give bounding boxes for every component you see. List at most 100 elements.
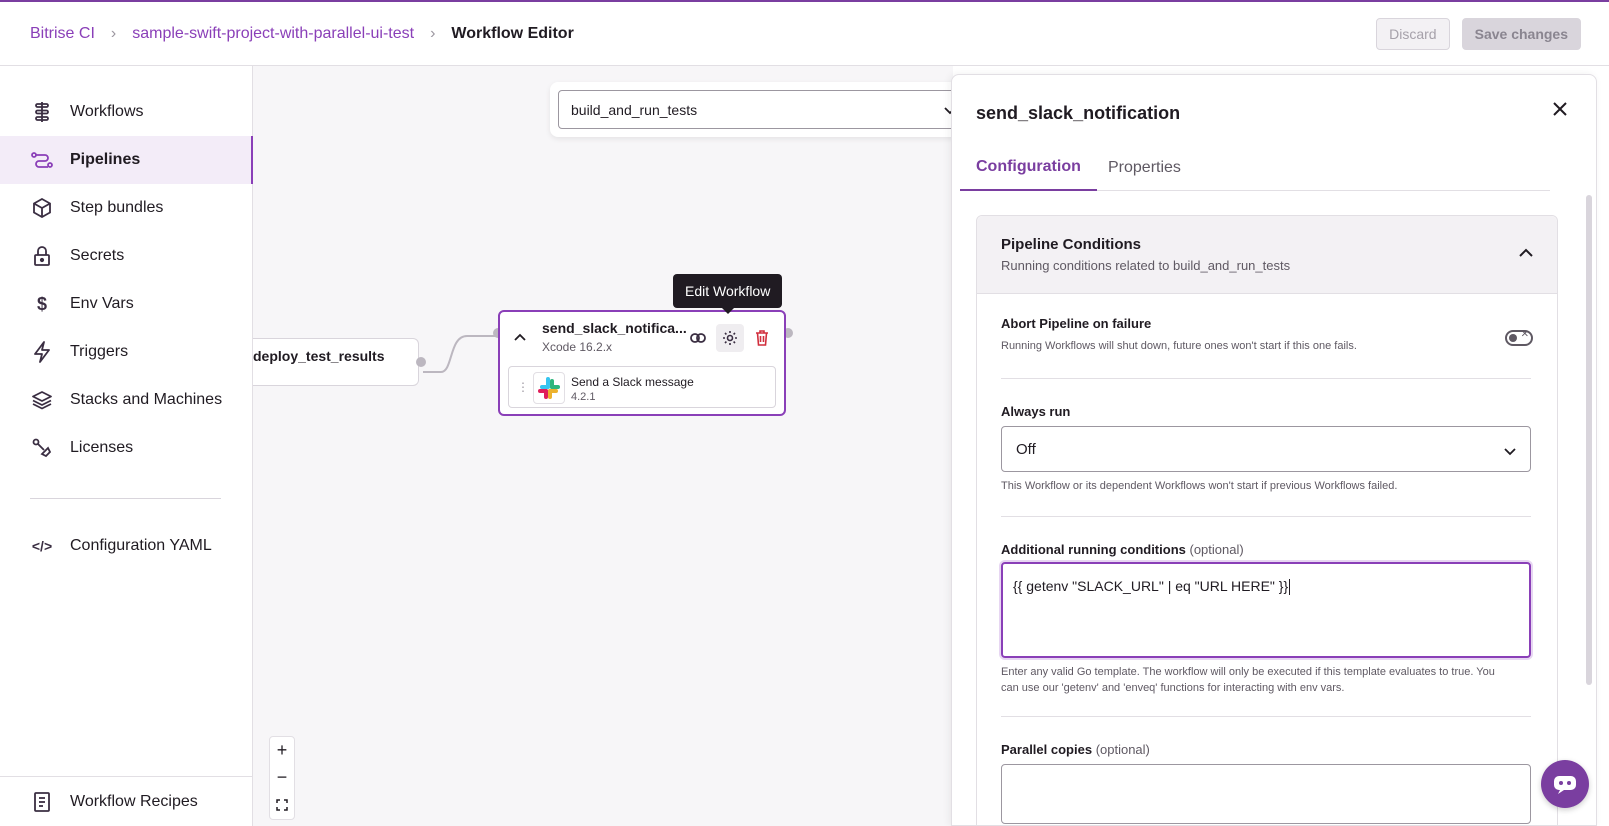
trash-icon[interactable] [748, 324, 776, 352]
sidebar-divider [30, 498, 221, 499]
divider [1001, 516, 1531, 517]
top-actions: Discard Save changes [1376, 18, 1581, 50]
pipeline-canvas[interactable]: build_and_run_tests deploy_test_results … [253, 66, 970, 826]
sidebar-item-env-vars[interactable]: $ Env Vars [0, 280, 253, 328]
breadcrumb-project[interactable]: sample-swift-project-with-parallel-ui-te… [132, 25, 414, 43]
cube-icon [30, 196, 54, 220]
sidebar-item-label: Pipelines [70, 151, 141, 168]
chevron-up-icon[interactable] [1519, 244, 1533, 262]
sidebar-item-workflow-recipes[interactable]: Workflow Recipes [0, 776, 253, 826]
breadcrumb-org[interactable]: Bitrise CI [30, 25, 95, 43]
optional-tag: (optional) [1095, 742, 1150, 757]
node-stack: Xcode 16.2.x [542, 340, 613, 354]
sidebar-item-label: Workflow Recipes [70, 792, 198, 810]
chat-support-button[interactable] [1541, 760, 1589, 808]
additional-conditions-label: Additional running conditions (optional) [1001, 542, 1244, 557]
layers-icon [30, 388, 54, 412]
additional-conditions-label-text: Additional running conditions [1001, 542, 1186, 557]
panel-scrollbar[interactable] [1586, 195, 1592, 685]
zoom-out-button[interactable]: − [270, 764, 294, 791]
breadcrumb-separator-icon: › [110, 24, 117, 42]
parallel-copies-label-text: Parallel copies [1001, 742, 1093, 757]
sidebar-item-licenses[interactable]: Licenses [0, 424, 253, 472]
panel-title: send_slack_notification [976, 103, 1181, 123]
step-version: 4.2.1 [571, 391, 596, 403]
discard-button[interactable]: Discard [1376, 18, 1450, 50]
chevron-up-icon[interactable] [514, 328, 526, 346]
fit-view-button[interactable] [270, 791, 294, 818]
abort-pipeline-label: Abort Pipeline on failure [1001, 316, 1152, 331]
sidebar-item-workflows[interactable]: Workflows [0, 88, 253, 136]
license-icon [30, 436, 54, 460]
node-output-port[interactable] [416, 357, 426, 367]
zoom-in-button[interactable]: + [270, 737, 294, 764]
dollar-icon: $ [36, 293, 47, 314]
tab-properties[interactable]: Properties [1092, 145, 1197, 191]
pipelines-icon [30, 148, 54, 172]
section-title: Pipeline Conditions [1001, 236, 1142, 253]
text-cursor [1289, 579, 1291, 596]
fit-view-icon [276, 798, 288, 811]
pipeline-conditions-card: Pipeline Conditions Running conditions r… [976, 215, 1558, 825]
lightning-icon [30, 340, 54, 364]
abort-pipeline-help: Running Workflows will shut down, future… [1001, 340, 1357, 352]
pipeline-conditions-header[interactable]: Pipeline Conditions Running conditions r… [977, 216, 1557, 294]
section-subtitle: Running conditions related to build_and_… [1001, 258, 1291, 273]
sidebar-item-label: Licenses [70, 439, 134, 456]
sidebar-item-label: Stacks and Machines [70, 391, 223, 408]
node-title: send_slack_notifica... [542, 320, 687, 336]
sidebar-item-step-bundles[interactable]: Step bundles [0, 184, 253, 232]
always-run-label: Always run [1001, 404, 1071, 419]
step-name: Send a Slack message [571, 375, 694, 389]
sidebar: Workflows Pipelines Step bundles Secrets… [0, 66, 253, 826]
recipe-book-icon [30, 790, 54, 814]
gear-icon[interactable] [716, 324, 744, 352]
slack-logo-icon [533, 372, 565, 404]
panel-tabs: Configuration Properties [960, 145, 1550, 191]
close-icon[interactable] [1548, 97, 1572, 121]
additional-conditions-value: {{ getenv "SLACK_URL" | eq "URL HERE" }} [1013, 578, 1289, 594]
workflows-icon [30, 100, 54, 124]
sidebar-item-label: Workflows [70, 103, 144, 120]
optional-tag: (optional) [1189, 542, 1244, 557]
sidebar-item-label: Secrets [70, 247, 125, 264]
toggle-off-icon: ✕ [1520, 329, 1529, 340]
top-bar: Bitrise CI › sample-swift-project-with-p… [0, 0, 1609, 66]
toggle-knob [1509, 334, 1517, 342]
sidebar-item-secrets[interactable]: Secrets [0, 232, 253, 280]
workflow-select-value: build_and_run_tests [571, 101, 698, 118]
sidebar-item-stacks-and-machines[interactable]: Stacks and Machines [0, 376, 253, 424]
workflow-select-container: build_and_run_tests [550, 82, 970, 137]
parallel-copies-label: Parallel copies (optional) [1001, 742, 1150, 757]
abort-pipeline-toggle[interactable]: ✕ [1505, 329, 1533, 346]
always-run-value: Off [1016, 440, 1036, 458]
tab-configuration[interactable]: Configuration [960, 145, 1097, 191]
save-changes-button[interactable]: Save changes [1461, 18, 1581, 50]
always-run-select[interactable]: Off [1001, 426, 1531, 472]
code-icon: </> [31, 538, 53, 554]
sidebar-item-triggers[interactable]: Triggers [0, 328, 253, 376]
additional-conditions-help: Enter any valid Go template. The workflo… [1001, 666, 1495, 694]
link-icon[interactable] [684, 324, 712, 352]
workflow-properties-panel: send_slack_notification Configuration Pr… [951, 74, 1597, 826]
sidebar-item-label: Step bundles [70, 199, 164, 216]
chat-bot-icon [1554, 776, 1576, 794]
step-item-send-slack-message[interactable]: ⋮⋮ Send a Slack message 4.2.1 [508, 366, 776, 408]
sidebar-item-configuration-yaml[interactable]: </> Configuration YAML [0, 522, 253, 570]
edit-workflow-tooltip: Edit Workflow [673, 274, 783, 314]
parallel-copies-input[interactable] [1001, 764, 1531, 824]
divider [1001, 378, 1531, 379]
workflow-node-deploy-test-results[interactable]: deploy_test_results [253, 338, 419, 386]
workflow-node-send-slack-notification[interactable]: send_slack_notifica... Xcode 16.2.x ⋮⋮ S… [498, 310, 786, 416]
zoom-controls: + − [269, 736, 295, 820]
sidebar-item-label: Configuration YAML [70, 537, 212, 554]
workflow-select[interactable]: build_and_run_tests [558, 90, 962, 129]
sidebar-item-label: Triggers [70, 343, 129, 360]
lock-icon [30, 244, 54, 268]
divider [1001, 716, 1531, 717]
breadcrumb-current: Workflow Editor [451, 24, 574, 42]
additional-conditions-textarea[interactable]: {{ getenv "SLACK_URL" | eq "URL HERE" }} [1001, 562, 1531, 658]
sidebar-item-label: Env Vars [70, 295, 134, 312]
chevron-down-icon [1504, 443, 1516, 460]
sidebar-item-pipelines[interactable]: Pipelines [0, 136, 253, 184]
